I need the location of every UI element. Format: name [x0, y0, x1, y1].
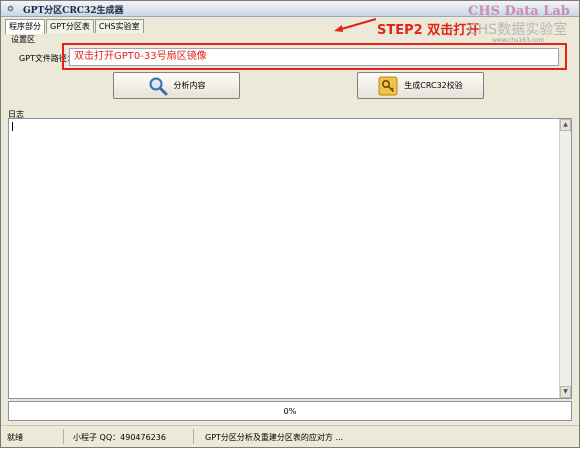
path-highlight-box — [62, 43, 567, 70]
analyze-button-label: 分析内容 — [173, 81, 206, 90]
progress-bar: 0% — [8, 401, 572, 421]
status-author: 小程子 QQ：490476236 — [73, 433, 166, 442]
tab-chs-lab[interactable]: CHS实验室 — [94, 19, 144, 33]
text-caret — [12, 122, 13, 131]
analyze-button[interactable]: 分析内容 — [113, 72, 240, 99]
window-title: GPT分区CRC32生成器 — [23, 6, 124, 16]
log-textarea[interactable]: ▲ ▼ — [8, 118, 572, 399]
tab-bar: 程序部分 GPT分区表 CHS实验室 — [5, 19, 145, 34]
tab-gpt-table[interactable]: GPT分区表 — [46, 19, 94, 33]
scroll-up-icon[interactable]: ▲ — [560, 119, 571, 131]
gear-icon — [7, 5, 14, 12]
key-icon — [378, 76, 398, 95]
status-divider — [193, 429, 194, 444]
watermark-url: www.chs163.com — [492, 37, 545, 44]
status-bar: 就绪 小程子 QQ：490476236 GPT分区分析及重建分区表的应对方 ..… — [1, 425, 579, 447]
generate-crc-button[interactable]: 生成CRC32校验 — [357, 72, 484, 99]
watermark-subtitle: CHS数据实验室 — [468, 22, 568, 38]
status-divider — [63, 429, 64, 444]
scroll-down-icon[interactable]: ▼ — [560, 386, 571, 398]
status-state: 就绪 — [7, 433, 23, 442]
step-annotation: STEP2 双击打开 — [377, 23, 480, 38]
watermark-title: CHS Data Lab — [468, 4, 570, 19]
progress-text: 0% — [283, 407, 297, 416]
log-scrollbar[interactable]: ▲ ▼ — [559, 119, 571, 398]
magnifier-icon — [149, 77, 167, 95]
arrow-icon — [334, 18, 377, 32]
settings-group-label: 设置区 — [11, 35, 35, 44]
generate-crc-button-label: 生成CRC32校验 — [404, 81, 463, 90]
status-message: GPT分区分析及重建分区表的应对方 ... — [205, 433, 344, 442]
tab-program[interactable]: 程序部分 — [5, 19, 45, 34]
